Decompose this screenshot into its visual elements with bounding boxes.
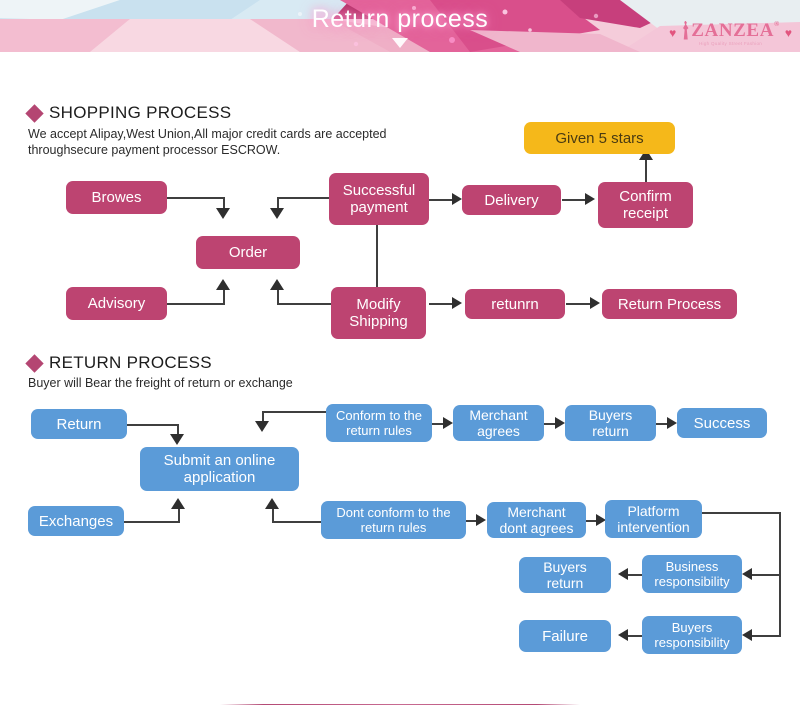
connector-dontconform-left-v: [272, 508, 274, 522]
node-buyers-return-bottom[interactable]: Buyers return: [519, 557, 611, 593]
shopping-description-line-1: We accept Alipay,West Union,All major cr…: [28, 127, 387, 141]
connector-exchanges-v: [178, 508, 180, 522]
zanzea-logo: ♥ ZANZEA ® High Quality Street Fashion ♥: [669, 16, 792, 50]
node-successful-payment[interactable]: Successful payment: [329, 173, 429, 225]
return-description-line-1: Buyer will Bear the freight of return or…: [28, 376, 293, 390]
node-modify-shipping[interactable]: Modify Shipping: [331, 287, 426, 339]
connector-exchanges-h: [124, 521, 180, 523]
connector-advisory-v: [223, 289, 225, 304]
node-buyers-return-top[interactable]: Buyers return: [565, 405, 656, 441]
logo-brand-name: ZANZEA: [691, 19, 775, 41]
logo-mark: ZANZEA ® High Quality Street Fashion: [681, 19, 780, 46]
arrow-buyers-to-success: [667, 417, 677, 429]
arrow-return-to-submit: [170, 434, 184, 445]
diamond-bullet-icon: [25, 103, 44, 123]
arrow-payment-down: [270, 208, 284, 219]
return-policy-page: Return process ♥ ZANZEA ® High Quality S…: [0, 0, 800, 709]
connector-return-to-submit-h: [127, 424, 179, 426]
node-business-responsibility[interactable]: Business responsibility: [642, 555, 742, 593]
connector-business-to-buyersreturn: [628, 574, 642, 576]
arrow-retunrn-to-returnprocess: [590, 297, 600, 309]
node-given-5-stars[interactable]: Given 5 stars: [524, 122, 675, 154]
node-advisory[interactable]: Advisory: [66, 287, 167, 320]
heart-icon-left: ♥: [669, 26, 677, 40]
connector-retunrn-to-returnprocess: [566, 303, 593, 305]
arrow-delivery-to-confirm: [585, 193, 595, 205]
return-process-heading: RETURN PROCESS: [25, 353, 212, 373]
node-success[interactable]: Success: [677, 408, 767, 438]
node-return-process[interactable]: Return Process: [602, 289, 737, 319]
shopping-process-description: We accept Alipay,West Union,All major cr…: [28, 126, 387, 158]
node-return[interactable]: Return: [31, 409, 127, 439]
arrow-merchant-to-buyers: [555, 417, 565, 429]
connector-dontconform-left-h: [272, 521, 322, 523]
connector-rail-to-business-h: [752, 574, 780, 576]
arrow-exchanges-up: [171, 498, 185, 509]
diamond-bullet-icon-2: [25, 353, 44, 373]
arrow-conform-down: [255, 421, 269, 432]
connector-buyersresp-to-failure: [628, 635, 642, 637]
node-buyers-responsibility[interactable]: Buyers responsibility: [642, 616, 742, 654]
arrow-buyersresp-to-failure: [618, 629, 628, 641]
connector-modify-left-h: [277, 303, 331, 305]
node-confirm-receipt[interactable]: Confirm receipt: [598, 182, 693, 228]
connector-advisory-h: [167, 303, 225, 305]
node-merchant-agrees[interactable]: Merchant agrees: [453, 405, 544, 441]
connector-platform-rail-h: [702, 512, 781, 514]
arrow-browes-to-order: [216, 208, 230, 219]
arrow-payment-to-delivery: [452, 193, 462, 205]
node-submit-application[interactable]: Submit an online application: [140, 447, 299, 491]
heart-icon-right: ♥: [784, 26, 792, 40]
banner-caret-icon: [392, 38, 408, 48]
connector-browes-to-order-h: [167, 197, 225, 199]
node-browes[interactable]: Browes: [66, 181, 167, 214]
logo-tagline: High Quality Street Fashion: [698, 40, 763, 46]
logo-wordmark: ZANZEA ®: [681, 19, 780, 41]
node-retunrn[interactable]: retunrn: [465, 289, 565, 319]
arrow-rail-to-buyersresp: [742, 629, 752, 641]
return-process-description: Buyer will Bear the freight of return or…: [28, 375, 293, 391]
shopping-process-title: SHOPPING PROCESS: [49, 103, 232, 122]
footer-divider: [220, 704, 580, 705]
connector-payment-to-order-h: [277, 197, 329, 199]
arrow-dontconform-up: [265, 498, 279, 509]
node-conform-rules[interactable]: Conform to the return rules: [326, 404, 432, 442]
arrow-business-to-buyersreturn: [618, 568, 628, 580]
node-delivery[interactable]: Delivery: [462, 185, 561, 215]
node-dont-conform-rules[interactable]: Dont conform to the return rules: [321, 501, 466, 539]
shopping-process-heading: SHOPPING PROCESS: [25, 103, 232, 123]
arrow-conform-to-merchant: [443, 417, 453, 429]
node-merchant-dont-agrees[interactable]: Merchant dont agrees: [487, 502, 586, 538]
arrow-modify-up: [270, 279, 284, 290]
shopping-description-line-2: throughsecure payment processor ESCROW.: [28, 143, 281, 157]
node-order[interactable]: Order: [196, 236, 300, 269]
node-exchanges[interactable]: Exchanges: [28, 506, 124, 536]
arrow-advisory-up: [216, 279, 230, 290]
return-process-title: RETURN PROCESS: [49, 353, 212, 372]
node-failure[interactable]: Failure: [519, 620, 611, 652]
arrow-rail-to-business: [742, 568, 752, 580]
arrow-dontconform-to-merchantdont: [476, 514, 486, 526]
connector-conform-left-h: [262, 411, 326, 413]
woman-figure-icon: [683, 20, 689, 40]
connector-rail-to-buyersresp-h: [752, 635, 780, 637]
page-banner: Return process ♥ ZANZEA ® High Quality S…: [0, 0, 800, 52]
connector-modify-to-payment-v: [376, 225, 378, 288]
arrow-modify-to-retunrn: [452, 297, 462, 309]
registered-mark-icon: ®: [774, 19, 780, 28]
node-platform-intervention[interactable]: Platform intervention: [605, 500, 702, 538]
connector-modify-left-v: [277, 289, 279, 304]
